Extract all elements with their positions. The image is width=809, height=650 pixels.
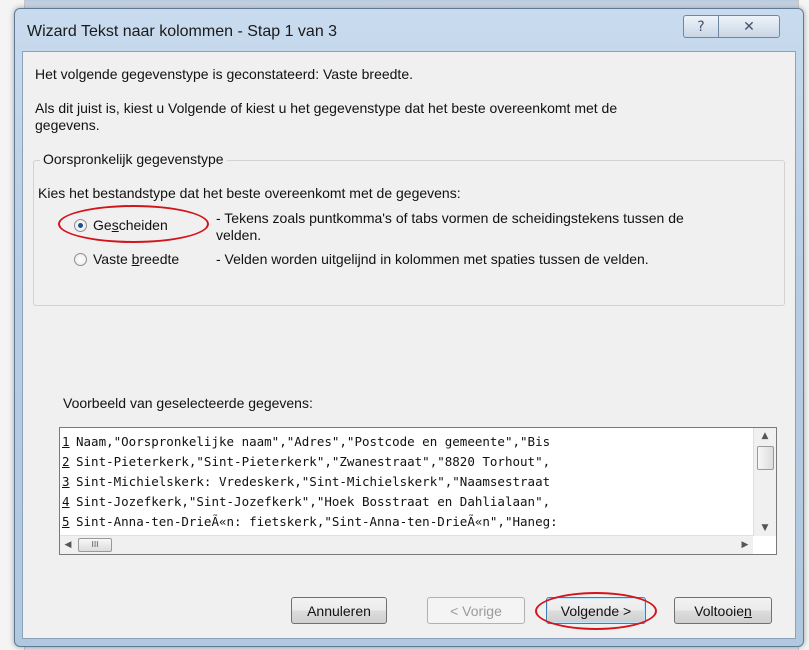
red-highlight-next <box>535 592 657 630</box>
vertical-scrollbar[interactable]: ▲ ▼ <box>753 428 776 536</box>
background-strip-top <box>0 0 809 8</box>
cancel-button[interactable]: Annuleren <box>291 597 387 624</box>
radio-label-fixed-width: Vaste breedte <box>93 251 180 267</box>
data-preview[interactable]: 1 Naam,"Oorspronkelijke naam","Adres","Po… <box>59 427 777 555</box>
group-legend: Oorspronkelijk gegevenstype <box>40 151 227 167</box>
radio-button-fixed-width[interactable] <box>74 252 87 266</box>
preview-rows: 1 Naam,"Oorspronkelijke naam","Adres","Po… <box>62 432 752 534</box>
preview-row: 4 Sint-Jozefkerk,"Sint-Jozefkerk","Hoek B… <box>62 494 551 509</box>
horizontal-scrollbar[interactable]: ◀ III ▶ <box>60 535 753 554</box>
red-highlight-delimited <box>58 205 209 243</box>
fixed-width-description: - Velden worden uitgelijnd in kolommen m… <box>216 251 649 267</box>
scroll-up-icon[interactable]: ▲ <box>754 428 776 444</box>
horizontal-scroll-thumb[interactable]: III <box>78 538 112 552</box>
close-icon: ✕ <box>743 18 755 35</box>
preview-row: 5 Sint-Anna-ten-DrieÃ«n: fietskerk,"Sint-… <box>62 514 558 529</box>
wizard-dialog: Wizard Tekst naar kolommen - Stap 1 van … <box>14 8 804 647</box>
finish-button[interactable]: Voltooie n <box>674 597 772 624</box>
preview-row: 2 Sint-Pieterkerk,"Sint-Pieterkerk","Zwan… <box>62 454 551 469</box>
scroll-down-icon[interactable]: ▼ <box>754 520 776 536</box>
delimited-description: - Tekens zoals puntkomma's of tabs vorme… <box>216 210 684 243</box>
preview-label: Voorbeeld van geselecteerde gegevens: <box>63 395 313 411</box>
scroll-right-icon[interactable]: ▶ <box>737 536 753 554</box>
file-type-prompt: Kies het bestandstype dat het beste over… <box>38 185 461 201</box>
close-button[interactable]: ✕ <box>718 15 780 38</box>
preview-row: 3 Sint-Michielskerk: Vredeskerk,"Sint-Mic… <box>62 474 551 489</box>
title-bar[interactable]: Wizard Tekst naar kolommen - Stap 1 van … <box>15 9 803 51</box>
instruction-text-line1: Als dit juist is, kiest u Volgende of ki… <box>35 100 618 116</box>
detected-type-text: Het volgende gegevenstype is geconstatee… <box>35 66 413 82</box>
dialog-title: Wizard Tekst naar kolommen - Stap 1 van … <box>27 23 338 40</box>
radio-fixed-width[interactable]: Vaste breedte <box>74 251 179 267</box>
help-button[interactable]: ? <box>683 15 719 38</box>
help-icon: ? <box>697 18 705 35</box>
preview-row: 1 Naam,"Oorspronkelijke naam","Adres","Po… <box>62 434 551 449</box>
scroll-left-icon[interactable]: ◀ <box>60 536 76 554</box>
original-data-type-group: Oorspronkelijk gegevenstype Kies het bes… <box>33 151 785 306</box>
instruction-text-line2: gegevens. <box>35 117 100 133</box>
vertical-scroll-thumb[interactable] <box>757 446 774 470</box>
back-button[interactable]: < Vorige <box>427 597 525 624</box>
dialog-body: Het volgende gegevenstype is geconstatee… <box>22 51 796 639</box>
